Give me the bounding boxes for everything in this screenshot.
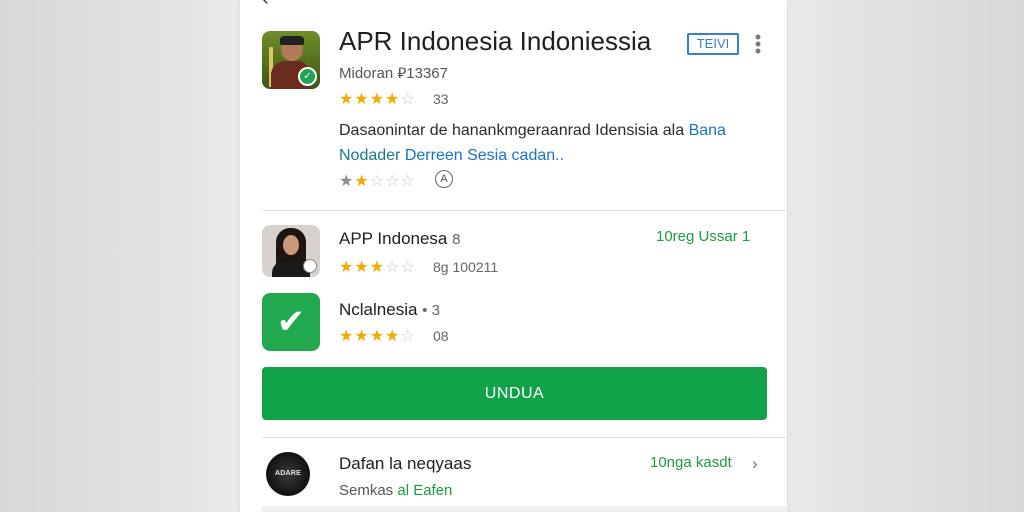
bottom-item-action[interactable]: 10nga kasdt bbox=[650, 454, 732, 471]
bottom-item-name[interactable]: Dafan la neqyaas bbox=[339, 454, 471, 474]
list-item-rating-count: 08 bbox=[433, 328, 449, 344]
install-button[interactable]: UNDUA bbox=[262, 367, 767, 420]
bottom-item-subtitle-text: Semkas bbox=[339, 482, 398, 499]
secondary-rating-stars: ★★☆☆☆ bbox=[339, 173, 416, 190]
list-item-name-suffix: 8 bbox=[452, 231, 461, 248]
app-icon-person[interactable] bbox=[262, 225, 320, 277]
list-item-name-suffix: • 3 bbox=[422, 302, 440, 319]
list-item-name[interactable]: Nclalnesia • 3 bbox=[339, 300, 440, 320]
list-item-name[interactable]: APP Indonesa 8 bbox=[339, 229, 460, 249]
bottom-strip bbox=[262, 506, 787, 512]
icon-face-shape bbox=[283, 235, 299, 255]
list-item-rating-stars: ★★★★☆ bbox=[339, 328, 416, 345]
description-link-2[interactable]: Derreen Sesia cadan.. bbox=[405, 147, 564, 164]
featured-app-icon[interactable]: ✓ bbox=[262, 31, 320, 89]
section-divider bbox=[262, 210, 787, 211]
description-text-2: Nodader bbox=[339, 147, 405, 164]
verified-check-icon: ✓ bbox=[298, 67, 317, 86]
list-item-rating-stars: ★★★☆☆ bbox=[339, 259, 416, 276]
app-icon-tools[interactable]: ✔ bbox=[262, 293, 320, 351]
featured-rating-stars: ★★★★☆ bbox=[339, 91, 416, 108]
list-item-name-text: Nclalnesia bbox=[339, 300, 418, 319]
list-item-rating-count: 8g 100211 bbox=[433, 259, 499, 275]
section-divider bbox=[262, 437, 787, 438]
list-item-name-text: APP Indonesa bbox=[339, 229, 448, 248]
chevron-right-icon[interactable]: › bbox=[752, 454, 758, 474]
mini-badge-icon bbox=[303, 259, 317, 273]
featured-rating-count: 33 bbox=[433, 91, 449, 107]
tag-button[interactable]: TEIVI bbox=[687, 33, 739, 55]
featured-app-developer: Midoran ⃄13367 bbox=[339, 65, 448, 82]
featured-description: Dasaonintar de hanankmgeraanrad Idensisi… bbox=[339, 118, 749, 168]
bottom-item-subtitle: Semkas al Eafen bbox=[339, 482, 452, 499]
app-icon-dark[interactable]: ADARE bbox=[266, 452, 310, 496]
more-options-icon[interactable]: • • • bbox=[753, 28, 763, 60]
icon-cap-shape bbox=[280, 36, 304, 45]
app-store-screen: ‹ ✓ APR Indonesia Indoniessia TEIVI ••• … bbox=[240, 0, 787, 512]
bottom-item-subtitle-accent[interactable]: al Eafen bbox=[397, 482, 452, 499]
list-item-action[interactable]: 10reg Ussar 1 bbox=[656, 228, 750, 245]
featured-app-title: APR Indonesia Indoniessia bbox=[339, 26, 652, 56]
back-arrow-icon[interactable]: ‹ bbox=[262, 0, 269, 11]
description-text-1: Dasaonintar de hanankmgeraanrad Idensisi… bbox=[339, 122, 689, 139]
info-icon[interactable]: A bbox=[435, 170, 453, 188]
description-link-1[interactable]: Bana bbox=[689, 122, 726, 139]
